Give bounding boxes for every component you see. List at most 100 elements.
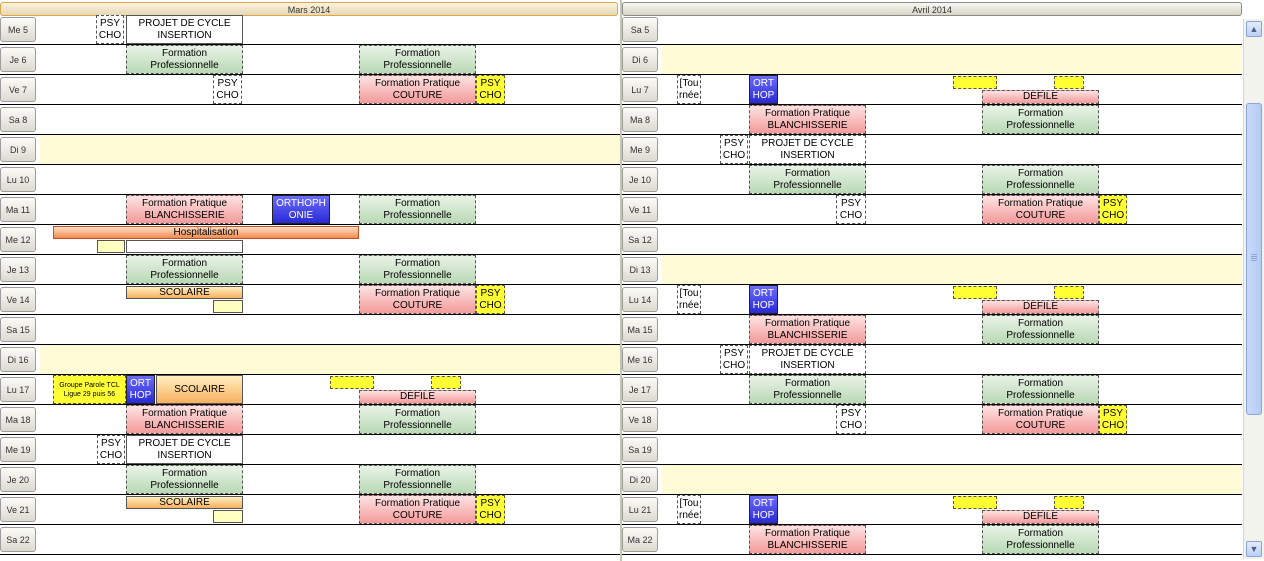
event-block[interactable]: Formation Professionnelle [982, 375, 1099, 404]
day-cell[interactable] [662, 225, 1242, 254]
day-cell[interactable]: Formation Pratique BLANCHISSERIE Formation… [662, 525, 1242, 554]
event-block[interactable]: ORT HOP [749, 495, 778, 524]
event-block[interactable]: PSY CHO [1099, 405, 1127, 434]
event-block[interactable] [431, 376, 461, 389]
event-block[interactable]: Groupe Parole TCL Ligue 29 puis 56 [53, 375, 126, 404]
event-block[interactable]: [Tou rnée [677, 285, 701, 314]
event-block[interactable]: Formation Pratique BLANCHISSERIE [749, 315, 866, 344]
day-cell[interactable]: Formation Professionnelle Formation Profess… [40, 45, 620, 74]
day-cell[interactable]: Formation Pratique BLANCHISSERIE Formation… [662, 105, 1242, 134]
day-cell[interactable] [662, 255, 1242, 284]
day-cell[interactable] [40, 165, 620, 194]
event-block[interactable]: Formation Pratique BLANCHISSERIE [126, 405, 243, 434]
event-block[interactable]: Formation Professionnelle [359, 465, 476, 494]
scroll-up-icon[interactable]: ▲ [1246, 21, 1262, 37]
day-label-button[interactable]: Sa 12 [622, 227, 658, 252]
event-block[interactable]: PSY CHO [836, 195, 866, 224]
event-block[interactable]: Formation Professionnelle [359, 255, 476, 284]
day-cell[interactable] [662, 435, 1242, 464]
day-label-button[interactable]: Di 20 [622, 467, 658, 492]
event-block[interactable]: Formation Pratique COUTURE [359, 285, 476, 314]
event-block[interactable]: DEFILE [359, 390, 476, 404]
event-block[interactable] [1054, 76, 1084, 89]
day-cell[interactable]: Formation Professionnelle Formation Profess… [662, 375, 1242, 404]
event-block[interactable] [1054, 286, 1084, 299]
day-label-button[interactable]: Sa 22 [0, 527, 36, 552]
day-label-button[interactable]: Ma 8 [622, 107, 658, 132]
event-block[interactable]: Formation Pratique COUTURE [982, 195, 1099, 224]
event-block[interactable]: Formation Professionnelle [126, 255, 243, 284]
day-label-button[interactable]: Ve 18 [622, 407, 658, 432]
event-block[interactable] [330, 376, 374, 389]
event-block[interactable]: Formation Pratique BLANCHISSERIE [749, 105, 866, 134]
event-block[interactable] [97, 240, 125, 253]
day-label-button[interactable]: Je 10 [622, 167, 658, 192]
event-block[interactable]: Formation Pratique COUTURE [982, 405, 1099, 434]
day-cell[interactable]: Hospitalisation [40, 225, 620, 254]
event-block[interactable]: PSY CHO [476, 285, 505, 314]
day-label-button[interactable]: Je 20 [0, 467, 36, 492]
event-block[interactable]: Formation Professionnelle [982, 315, 1099, 344]
event-block[interactable]: Hospitalisation [53, 226, 359, 239]
event-block[interactable]: Formation Pratique COUTURE [359, 495, 476, 524]
event-block[interactable] [1054, 496, 1084, 509]
day-cell[interactable] [40, 135, 620, 164]
day-label-button[interactable]: Je 13 [0, 257, 36, 282]
event-block[interactable]: ORT HOP [749, 285, 778, 314]
event-block[interactable]: DEFILE [982, 300, 1099, 314]
month-header-mars[interactable]: Mars 2014 [0, 2, 618, 16]
day-cell[interactable]: Groupe Parole TCL Ligue 29 puis 56 ORT HOP S… [40, 375, 620, 404]
event-block[interactable]: DEFILE [982, 510, 1099, 524]
day-label-button[interactable]: Sa 19 [622, 437, 658, 462]
day-label-button[interactable]: Lu 17 [0, 377, 36, 402]
event-block[interactable]: Formation Pratique BLANCHISSERIE [126, 195, 243, 224]
day-cell[interactable]: Formation Pratique BLANCHISSERIE Formation… [40, 405, 620, 434]
day-cell[interactable]: Formation Pratique BLANCHISSERIE ORTHOPH ON… [40, 195, 620, 224]
event-block[interactable]: ORTHOPH ONIE [272, 195, 330, 224]
day-cell[interactable] [662, 15, 1242, 44]
event-block[interactable]: PROJET DE CYCLE INSERTION [749, 345, 866, 374]
day-label-button[interactable]: Me 12 [0, 227, 36, 252]
day-cell[interactable]: Formation Pratique BLANCHISSERIE Formation… [662, 315, 1242, 344]
event-block[interactable]: ORT HOP [126, 375, 155, 404]
event-block[interactable] [126, 240, 243, 253]
event-block[interactable]: PSY CHO [720, 135, 748, 164]
day-label-button[interactable]: Je 17 [622, 377, 658, 402]
day-cell[interactable]: PSY CHO PROJET DE CYCLE INSERTION [662, 135, 1242, 164]
day-cell[interactable]: [Tou rnée ORT HOP DEFILE [662, 285, 1242, 314]
event-block[interactable]: Formation Professionnelle [359, 405, 476, 434]
day-cell[interactable]: [Tou rnée ORT HOP DEFILE [662, 75, 1242, 104]
day-label-button[interactable]: Lu 7 [622, 77, 658, 102]
day-cell[interactable] [40, 525, 620, 554]
day-label-button[interactable]: Sa 8 [0, 107, 36, 132]
event-block[interactable]: Formation Professionnelle [982, 525, 1099, 554]
day-cell[interactable]: [Tou rnée ORT HOP DEFILE [662, 495, 1242, 524]
day-label-button[interactable]: Sa 15 [0, 317, 36, 342]
event-block[interactable]: SCOLAIRE [156, 375, 243, 404]
event-block[interactable]: PSY CHO [476, 75, 505, 104]
event-block[interactable]: PSY CHO [213, 75, 242, 104]
event-block[interactable]: PSY CHO [97, 435, 125, 464]
event-block[interactable]: Formation Professionnelle [126, 45, 243, 74]
day-label-button[interactable]: Ve 7 [0, 77, 36, 102]
event-block[interactable]: DEFILE [982, 90, 1099, 104]
event-block[interactable]: PSY CHO [720, 345, 748, 374]
day-label-button[interactable]: Je 6 [0, 47, 36, 72]
event-block[interactable] [953, 76, 997, 89]
event-block[interactable]: PROJET DE CYCLE INSERTION [749, 135, 866, 164]
day-cell[interactable] [40, 105, 620, 134]
day-label-button[interactable]: Me 16 [622, 347, 658, 372]
event-block[interactable]: PROJET DE CYCLE INSERTION [126, 435, 243, 464]
day-cell[interactable]: PSY CHO PROJET DE CYCLE INSERTION [662, 345, 1242, 374]
day-label-button[interactable]: Me 9 [622, 137, 658, 162]
day-label-button[interactable]: Ve 11 [622, 197, 658, 222]
event-block[interactable]: Formation Professionnelle [359, 195, 476, 224]
day-label-button[interactable]: Ma 11 [0, 197, 36, 222]
event-block[interactable]: PSY CHO [836, 405, 866, 434]
day-label-button[interactable]: Me 5 [0, 17, 36, 42]
day-label-button[interactable]: Di 13 [622, 257, 658, 282]
day-cell[interactable] [662, 465, 1242, 494]
event-block[interactable]: [Tou rnée [677, 75, 701, 104]
vertical-scrollbar[interactable]: ▲ ▼ [1243, 19, 1264, 559]
day-cell[interactable]: Formation Professionnelle Formation Profess… [40, 255, 620, 284]
